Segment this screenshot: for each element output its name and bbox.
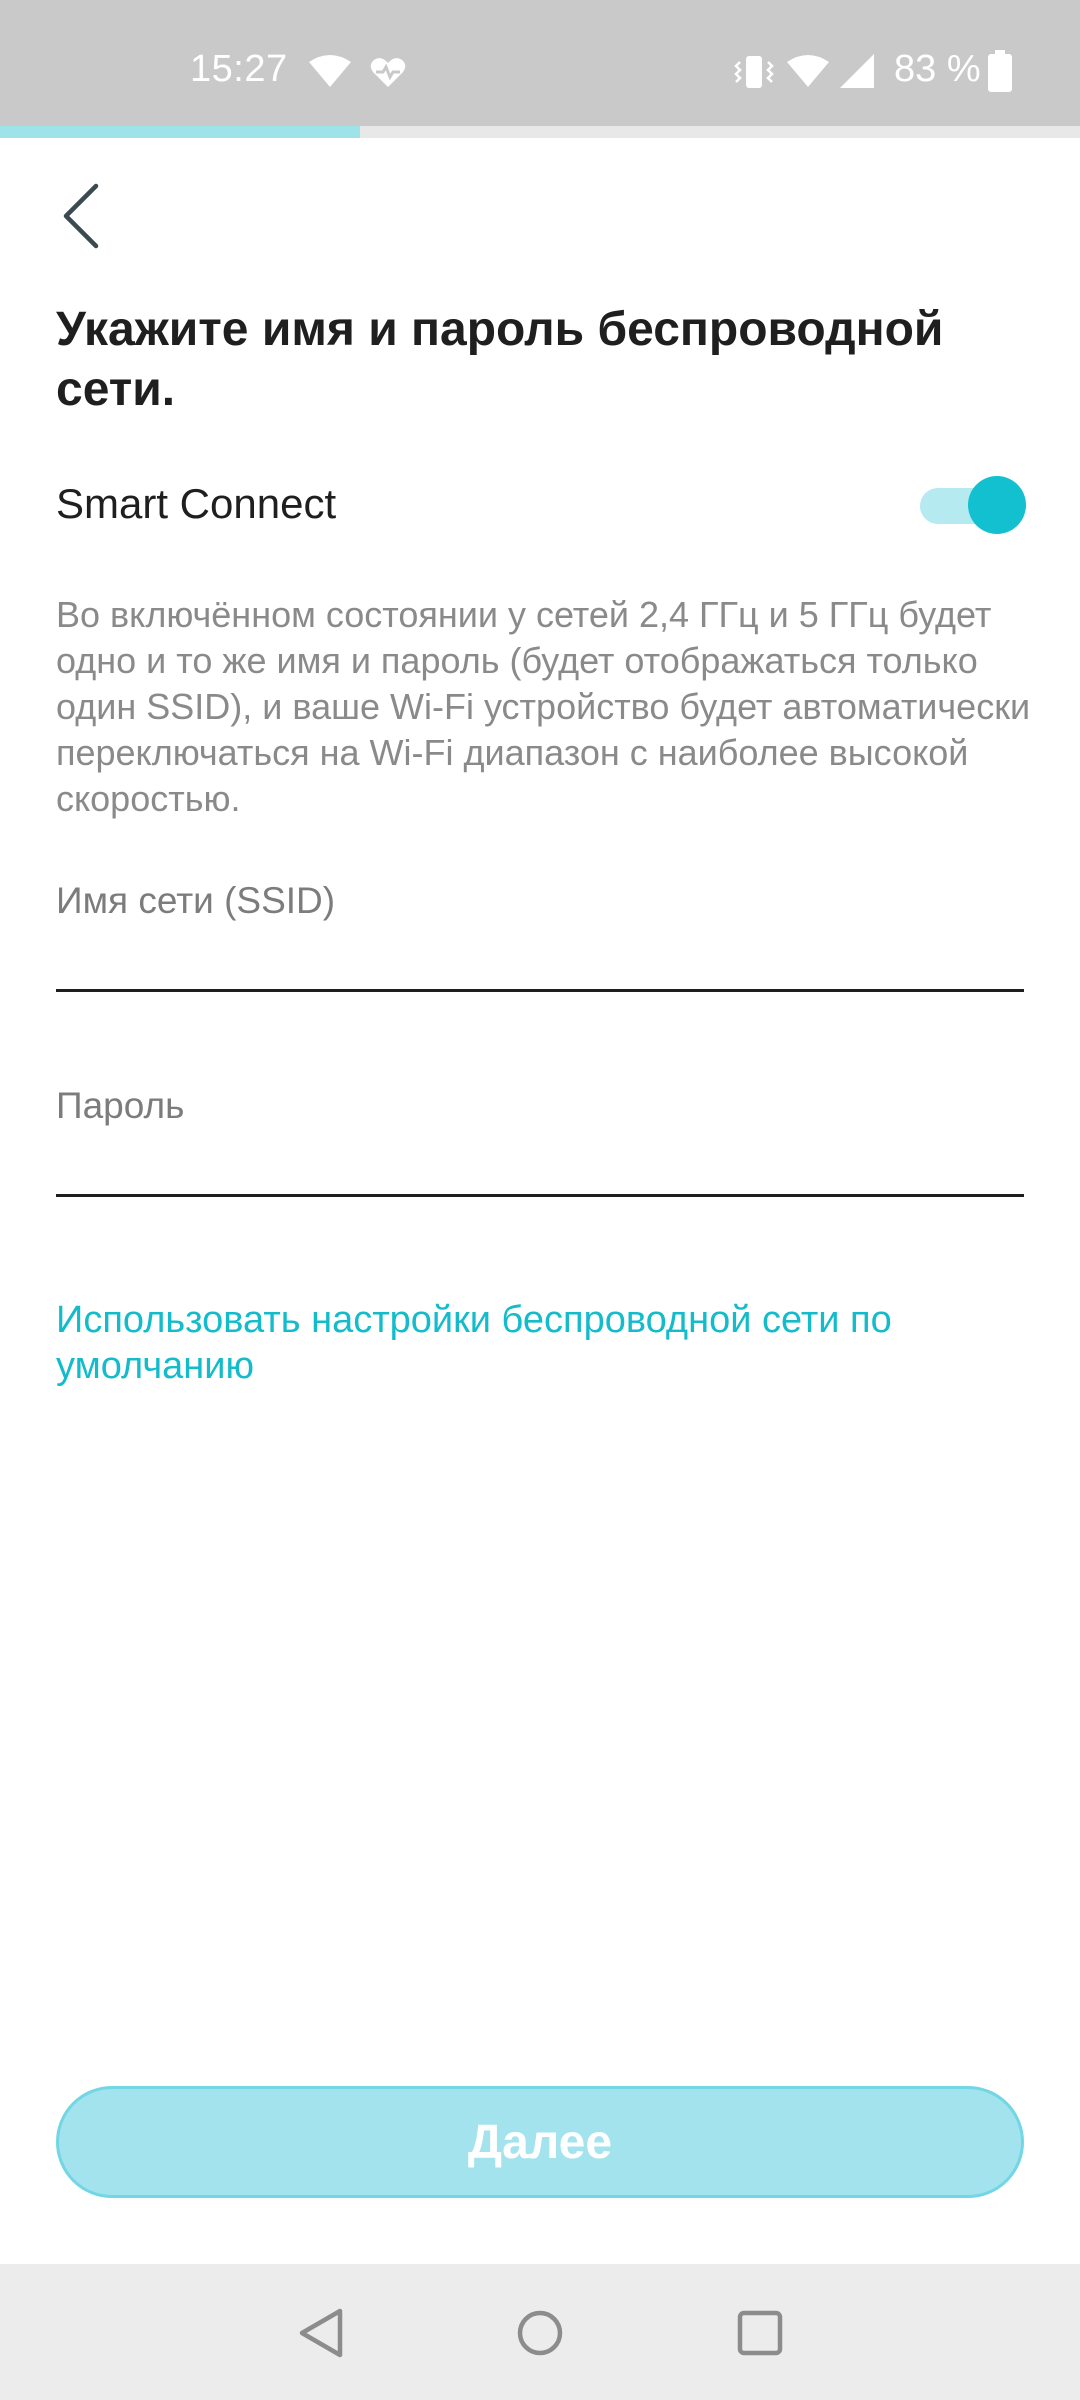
wifi-icon — [309, 55, 351, 87]
home-circle-icon — [517, 2310, 563, 2356]
wifi-icon — [787, 55, 829, 87]
nav-home-button[interactable] — [507, 2300, 573, 2366]
ssid-input[interactable] — [56, 922, 1024, 992]
nav-back-button[interactable] — [288, 2300, 354, 2366]
progress-bar — [0, 126, 1080, 138]
heart-monitor-icon — [370, 58, 406, 87]
progress-fill — [0, 126, 360, 138]
password-field-group: Пароль — [56, 1085, 1024, 1197]
ssid-label: Имя сети (SSID) — [56, 880, 336, 921]
default-settings-link[interactable]: Использовать настройки беспроводной сети… — [56, 1297, 1036, 1389]
next-button[interactable]: Далее — [56, 2086, 1024, 2198]
recents-square-icon — [737, 2310, 783, 2356]
back-triangle-icon — [299, 2308, 343, 2358]
navigation-bar — [0, 2264, 1080, 2400]
battery-percent: 83 % — [894, 48, 981, 90]
toggle-knob — [968, 476, 1026, 534]
smart-connect-description: Во включённом состоянии у сетей 2,4 ГГц … — [56, 594, 1031, 819]
password-label: Пароль — [56, 1085, 185, 1126]
status-bar: 15:27 83 % — [0, 0, 1080, 126]
password-input[interactable] — [56, 1127, 1024, 1197]
smart-connect-toggle[interactable] — [918, 476, 1026, 534]
ssid-field-group: Имя сети (SSID) — [56, 880, 1024, 992]
page-title: Укажите имя и пароль беспроводной сети. — [56, 303, 944, 416]
back-button[interactable] — [46, 176, 116, 256]
chevron-left-icon — [63, 183, 99, 249]
cell-signal-icon — [840, 54, 874, 88]
nav-recents-button[interactable] — [727, 2300, 793, 2366]
battery-icon — [988, 50, 1012, 92]
vibrate-icon — [734, 56, 774, 88]
status-time: 15:27 — [190, 48, 288, 90]
smart-connect-label: Smart Connect — [56, 480, 337, 527]
